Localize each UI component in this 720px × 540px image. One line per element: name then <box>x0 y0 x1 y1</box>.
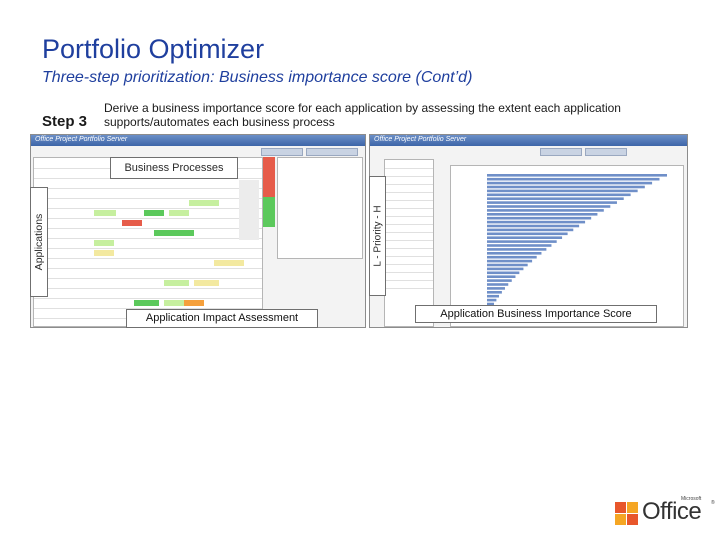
score-bars <box>487 174 667 321</box>
office-logo-word: Office <box>642 498 702 525</box>
score-bar <box>487 189 638 193</box>
step-description: Derive a business importance score for e… <box>104 101 621 129</box>
score-bar <box>487 220 586 224</box>
comments-panel <box>277 157 363 259</box>
office-logo-tm: ® <box>711 500 715 506</box>
score-bar <box>487 252 542 255</box>
window-titlebar: Office Project Portfolio Server <box>31 135 365 146</box>
step-label: Step 3 <box>42 113 88 130</box>
score-bar <box>487 244 552 247</box>
score-bar <box>487 174 667 177</box>
score-bar <box>487 232 568 236</box>
grid-cell <box>194 280 219 286</box>
score-bar <box>487 224 580 228</box>
importance-score-screenshot: Office Project Portfolio Server <box>369 134 688 328</box>
score-bar <box>487 271 520 275</box>
score-table <box>384 159 434 327</box>
importance-score-caption: Application Business Importance Score <box>415 305 657 323</box>
score-bar <box>487 267 524 271</box>
business-processes-banner: Business Processes <box>110 157 238 179</box>
office-logo: Microsoft Office ® <box>613 496 715 530</box>
score-bar <box>487 197 624 200</box>
score-chart-area <box>450 165 684 327</box>
score-bar <box>487 291 502 294</box>
applications-tag-label: Applications <box>33 213 45 271</box>
score-bar <box>487 259 533 263</box>
slide-subtitle: Three-step prioritization: Business impo… <box>42 69 473 86</box>
score-bar <box>487 287 505 290</box>
impact-grid <box>33 157 263 327</box>
grid-cell <box>189 200 219 206</box>
grid-column <box>239 180 259 240</box>
score-bar <box>487 236 563 239</box>
app-logo: Office Project Portfolio Server <box>35 136 128 143</box>
score-bar <box>487 181 653 185</box>
grid-cell <box>164 300 184 306</box>
score-bar <box>487 283 509 286</box>
score-bar <box>487 294 500 298</box>
score-bar <box>487 201 617 204</box>
impact-assessment-caption: Application Impact Assessment <box>126 309 318 328</box>
score-bar <box>487 213 598 216</box>
score-bar <box>487 228 574 232</box>
grid-cell <box>94 250 114 256</box>
grid-cell <box>164 280 189 286</box>
score-bar <box>487 255 537 259</box>
office-logo-icon <box>613 499 641 528</box>
priority-tag-label: L - Priority - H <box>372 205 383 267</box>
priority-tag: L - Priority - H <box>369 176 386 296</box>
status-strip-red <box>263 157 275 197</box>
score-bar <box>487 177 660 181</box>
grid-cell <box>94 210 116 216</box>
toolbar-strip <box>585 148 627 156</box>
score-bar <box>487 205 611 208</box>
grid-cell <box>184 300 204 306</box>
score-bar <box>487 279 512 282</box>
grid-cell <box>122 220 142 226</box>
score-bar <box>487 185 645 189</box>
grid-cell <box>134 300 159 306</box>
score-bar <box>487 248 547 251</box>
score-bar <box>487 275 516 278</box>
score-bar <box>487 298 497 302</box>
grid-cell <box>94 240 114 246</box>
grid-cell <box>169 210 189 216</box>
toolbar-strip <box>261 148 303 156</box>
grid-cell <box>154 230 194 236</box>
score-bar <box>487 193 631 197</box>
score-bar <box>487 263 528 267</box>
toolbar-strip <box>306 148 358 156</box>
score-bar-chart <box>487 174 667 321</box>
applications-tag: Applications <box>30 187 48 297</box>
status-strip-green <box>263 197 275 227</box>
grid-cell <box>214 260 244 266</box>
toolbar-strip <box>540 148 582 156</box>
slide-title: Portfolio Optimizer <box>42 34 265 64</box>
score-bar <box>487 209 604 212</box>
grid-cell <box>144 210 164 216</box>
app-logo: Office Project Portfolio Server <box>374 136 467 143</box>
score-bar <box>487 240 557 243</box>
window-titlebar: Office Project Portfolio Server <box>370 135 687 146</box>
score-bar <box>487 216 592 220</box>
